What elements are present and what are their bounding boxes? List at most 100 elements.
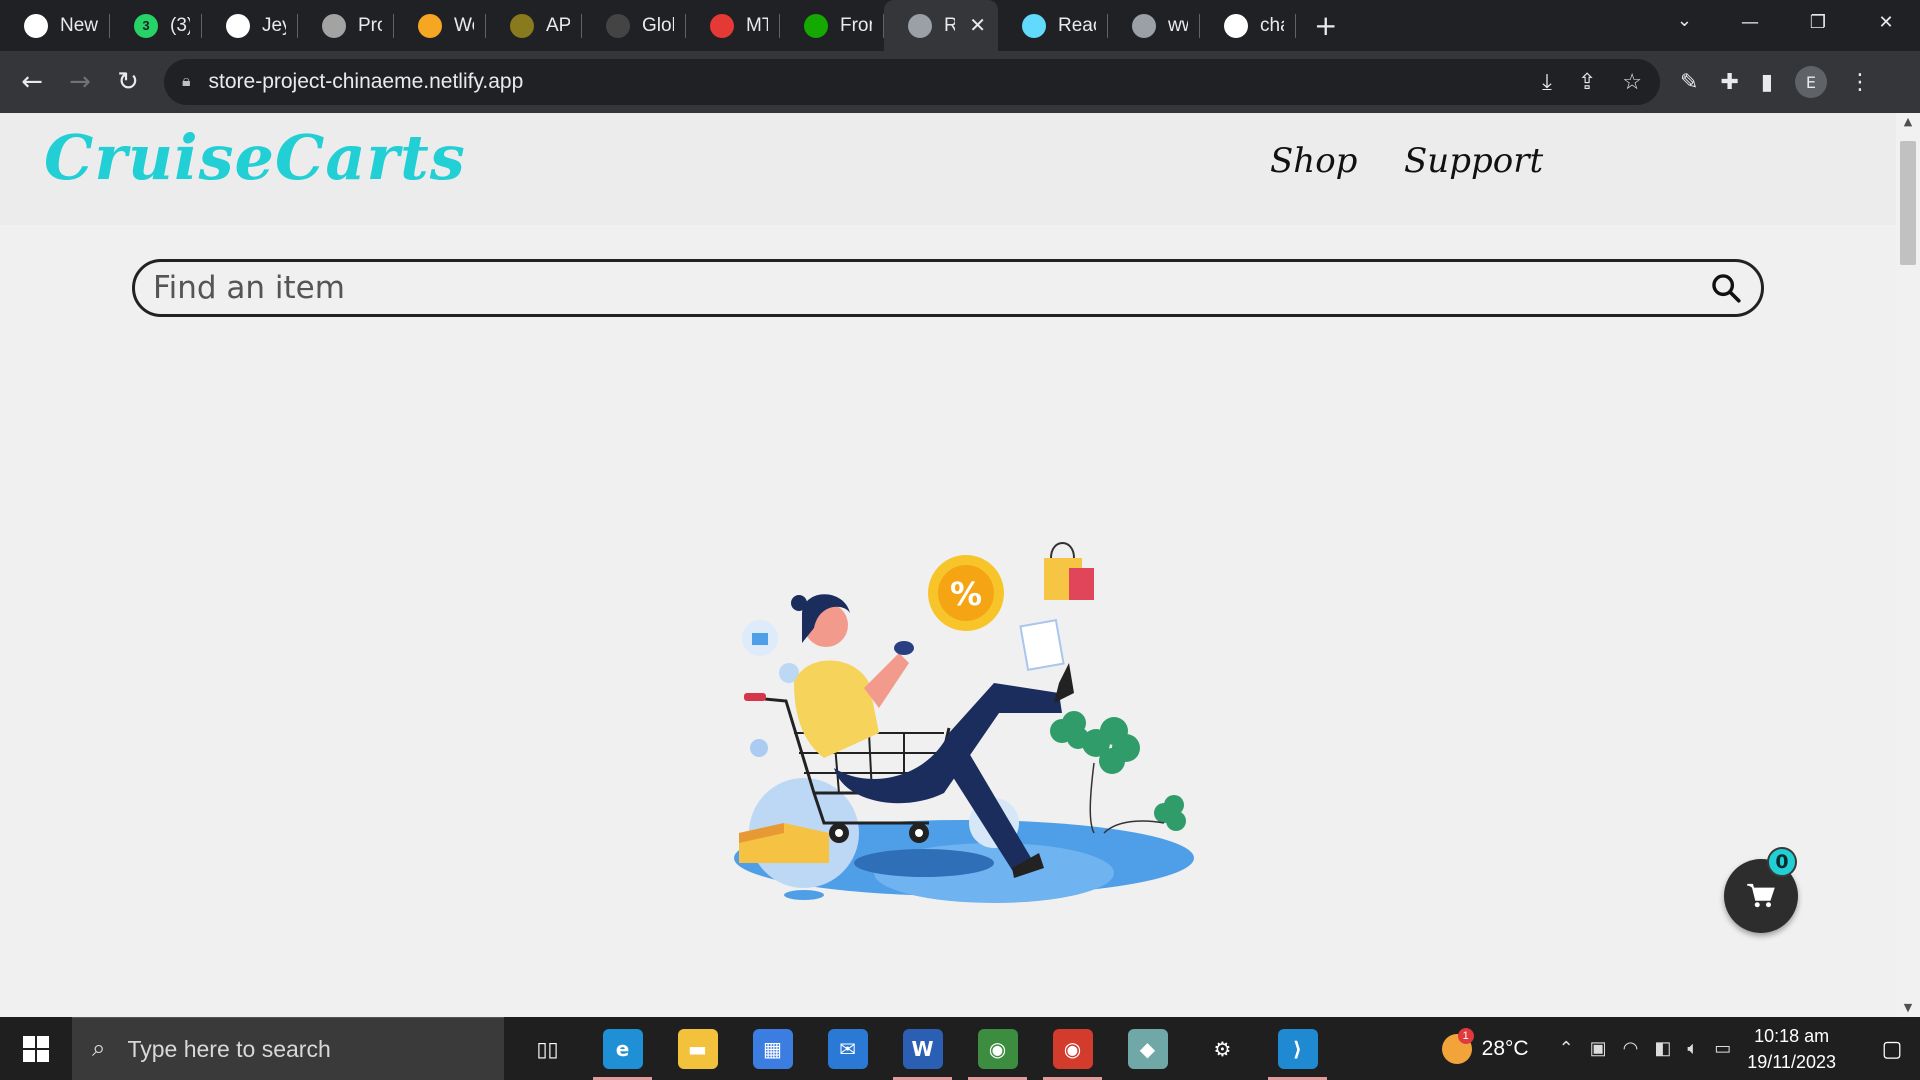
workday-icon [418, 13, 442, 38]
scroll-up-arrow-icon[interactable]: ▲ [1896, 113, 1920, 131]
mail-icon: ✉ [827, 1028, 868, 1069]
chrome-profile-icon: ◉ [1052, 1028, 1093, 1069]
scroll-down-arrow-icon[interactable]: ▼ [1896, 999, 1920, 1017]
browser-tab[interactable]: New Ta [0, 0, 110, 51]
chrome-icon: ◉ [977, 1028, 1018, 1069]
google-icon [1224, 13, 1248, 38]
bookmark-star-icon[interactable]: ☆ [1622, 69, 1642, 95]
lock-icon[interactable]: 🔒︎ [182, 73, 191, 91]
nav-link-support[interactable]: Support [1404, 141, 1543, 181]
browser-tab-strip: New Ta 3 (3) Wh Jeyi Ad Project Workd APPLY: Gl… [0, 0, 1920, 51]
browser-tab[interactable]: Global [582, 0, 686, 51]
window-controls: — ❐ ✕ [1716, 0, 1920, 45]
browser-tab[interactable]: Front-e [780, 0, 884, 51]
browser-tab[interactable]: 3 (3) Wh [110, 0, 202, 51]
extensions-puzzle-icon[interactable]: ✚ [1720, 70, 1738, 95]
new-tab-button[interactable]: + [1314, 0, 1337, 51]
tab-title: www.g [1168, 14, 1188, 36]
taskbar-app[interactable]: ▬ [660, 1017, 735, 1080]
back-button[interactable]: ← [8, 58, 56, 106]
taskbar-app[interactable]: W [885, 1017, 960, 1080]
svg-text:%: % [950, 575, 982, 613]
tab-title: Jeyi Ad [262, 14, 286, 36]
site-header: CruiseCarts Shop Support [0, 113, 1896, 225]
browser-tab[interactable]: Jeyi Ad [202, 0, 298, 51]
browser-tab[interactable]: APPLY: [486, 0, 582, 51]
install-app-icon[interactable]: ⤓ [1542, 69, 1552, 95]
tab-title: MTN – [746, 14, 768, 36]
close-tab-icon[interactable]: ✕ [969, 13, 986, 38]
browser-tab[interactable]: React / [998, 0, 1108, 51]
reload-button[interactable]: ↻ [104, 58, 152, 106]
taskbar-app[interactable]: ✉ [810, 1017, 885, 1080]
search-icon[interactable] [1709, 271, 1743, 305]
cart-count-badge: 0 [1767, 847, 1797, 877]
web-page: CruiseCarts Shop Support Find an item % … [0, 113, 1896, 1017]
taskbar-search[interactable]: ⌕ Type here to search [72, 1017, 504, 1080]
windows-logo-icon [23, 1035, 49, 1062]
search-bar [132, 259, 1764, 317]
eyedropper-extension-icon[interactable]: ✎ [1680, 70, 1698, 95]
search-icon: ⌕ [92, 1035, 106, 1062]
tab-title: (3) Wh [170, 14, 190, 36]
taskbar-search-placeholder: Type here to search [127, 1035, 331, 1062]
react-icon [1022, 13, 1046, 38]
address-bar[interactable]: 🔒︎ store-project-chinaeme.netlify.app ⤓ … [164, 59, 1660, 105]
meet-now-icon[interactable]: ▣ [1590, 1038, 1607, 1059]
cart-icon [1747, 883, 1775, 908]
share-icon[interactable]: ⇪ [1578, 69, 1596, 95]
clock[interactable]: 10:18 am 19/11/2023 [1747, 1023, 1836, 1075]
close-window-button[interactable]: ✕ [1852, 0, 1920, 45]
taskbar-app[interactable]: ⟩ [1260, 1017, 1335, 1080]
clock-date: 19/11/2023 [1747, 1051, 1836, 1072]
tab-title: APPLY: [546, 14, 570, 36]
browser-tab[interactable]: Project [298, 0, 394, 51]
tab-list: New Ta 3 (3) Wh Jeyi Ad Project Workd APPLY: Gl… [0, 0, 1296, 51]
wifi-icon[interactable]: ◠ [1623, 1038, 1639, 1059]
toolbar-extras: ✎ ✚ ▮ E ⋮ [1680, 66, 1871, 98]
search-input[interactable] [153, 270, 1709, 306]
shopping-cart-hero-illustration: % [734, 542, 1194, 903]
notification-center-icon[interactable]: ▢ [1864, 1036, 1920, 1062]
tab-title: New Ta [60, 14, 98, 36]
security-icon[interactable]: ◧ [1654, 1038, 1671, 1059]
show-hidden-icons-chevron-icon[interactable]: ⌃ [1559, 1038, 1574, 1059]
taskbar-app[interactable]: ◉ [1035, 1017, 1110, 1080]
browser-tab[interactable]: MTN – [686, 0, 780, 51]
taskbar-app[interactable]: ◉ [960, 1017, 1035, 1080]
taskbar-app[interactable]: ▦ [735, 1017, 810, 1080]
clock-time: 10:18 am [1754, 1025, 1830, 1046]
weather-icon: 1 [1441, 1027, 1474, 1064]
weather-widget[interactable]: 1 28°C [1441, 1027, 1529, 1064]
page-scrollbar[interactable]: ▲ ▼ [1896, 113, 1920, 1017]
scroll-thumb[interactable] [1900, 141, 1916, 265]
taskbar-app[interactable]: ◆ [1110, 1017, 1185, 1080]
tab-title: Front-e [840, 14, 872, 36]
battery-icon[interactable]: ▭ [1714, 1038, 1731, 1059]
vscode-icon: ⟩ [1277, 1028, 1318, 1069]
tab-title: Global [642, 14, 674, 36]
nav-link-shop[interactable]: Shop [1270, 141, 1357, 181]
taskbar-app[interactable]: e [585, 1017, 660, 1080]
browser-tab[interactable]: Workd [394, 0, 486, 51]
browser-tab[interactable]: Re ✕ [884, 0, 998, 51]
taskbar-app[interactable]: ⚙ [1185, 1017, 1260, 1080]
url-text[interactable]: store-project-chinaeme.netlify.app [209, 70, 1517, 94]
restore-button[interactable]: ❐ [1784, 0, 1852, 45]
start-button[interactable] [0, 1017, 72, 1080]
globe-icon [1132, 13, 1156, 38]
minimize-button[interactable]: — [1716, 0, 1784, 45]
browser-tab[interactable]: www.g [1108, 0, 1200, 51]
file-explorer-icon: ▬ [677, 1028, 718, 1069]
volume-icon[interactable]: 🔈︎ [1687, 1038, 1698, 1059]
profile-avatar[interactable]: E [1794, 66, 1827, 98]
browser-menu-icon[interactable]: ⋮ [1849, 70, 1871, 95]
side-panel-icon[interactable]: ▮ [1761, 70, 1773, 95]
tab-search-chevron-icon[interactable]: ⌄ [1677, 10, 1692, 31]
browser-tab[interactable]: chatgp [1200, 0, 1296, 51]
forward-button[interactable]: → [56, 58, 104, 106]
tab-title: chatgp [1260, 14, 1284, 36]
tab-title: Project [358, 14, 382, 36]
site-logo[interactable]: CruiseCarts [44, 121, 466, 194]
taskbar-app[interactable]: ▯▯ [510, 1017, 585, 1080]
